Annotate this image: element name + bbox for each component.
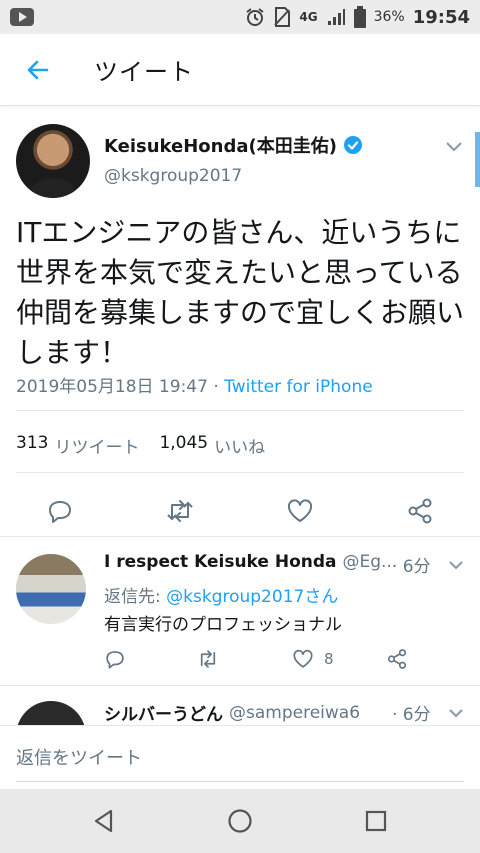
reply-to-link[interactable]: @kskgroup2017さん (166, 587, 338, 607)
nav-recents-button[interactable] (362, 807, 390, 835)
square-recents-icon (365, 810, 387, 832)
reply-button[interactable] (104, 647, 126, 671)
youtube-notification-icon (10, 8, 34, 26)
author-handle[interactable]: @kskgroup2017 (104, 166, 242, 186)
avatar[interactable] (16, 701, 86, 725)
share-button[interactable] (386, 647, 408, 671)
reply-menu-button[interactable] (446, 703, 466, 723)
reply-author-name[interactable]: I respect Keisuke Honda (104, 552, 337, 572)
share-icon (387, 649, 407, 669)
reply-menu-button[interactable] (446, 555, 466, 575)
tweet-source-link[interactable]: Twitter for iPhone (224, 377, 373, 397)
battery-icon (353, 6, 366, 28)
share-icon (408, 498, 432, 524)
verified-badge-icon (343, 136, 362, 154)
chevron-down-icon (449, 561, 463, 570)
page-title: ツイート (94, 58, 194, 86)
triangle-back-icon (94, 809, 113, 833)
reply-tweet[interactable]: シルバーうどん @sampereiwa6 · 6分 (0, 686, 480, 725)
tweet-text: ITエンジニアの皆さん、近いうちに世界を本気で変えたいと思っている仲間を募集しま… (16, 216, 465, 369)
input-underline (16, 781, 464, 782)
tweet-meta: 2019年05月18日 19:47 · Twitter for iPhone (16, 372, 373, 397)
battery-percent: 36% (373, 9, 405, 25)
retweet-count[interactable]: 313 (16, 433, 48, 458)
reply-input[interactable]: 返信をツイート (16, 744, 142, 770)
reply-time: · 6分 (392, 557, 431, 577)
reply-time: · 6分 (392, 705, 431, 725)
circle-home-icon (228, 809, 252, 833)
like-count-label[interactable]: いいね (214, 433, 265, 458)
nav-home-button[interactable] (226, 807, 254, 835)
tweet-menu-button[interactable] (442, 134, 466, 158)
back-arrow-icon (27, 60, 49, 79)
retweet-count-label[interactable]: リツイート (54, 433, 139, 458)
reply-button[interactable] (45, 496, 75, 526)
divider (16, 410, 464, 411)
author-name-row[interactable]: KeisukeHonda(本田圭佑) (104, 132, 363, 158)
reply-to-prefix: 返信先: (104, 587, 167, 607)
reply-icon (106, 651, 124, 669)
chevron-down-icon (449, 709, 463, 718)
reply-icon (49, 501, 71, 523)
divider (0, 536, 480, 537)
reply-author-name[interactable]: シルバーうどん (104, 700, 223, 725)
chevron-down-icon (446, 142, 462, 152)
status-bar: 4G 36% 19:54 (0, 0, 480, 34)
reply-author-handle[interactable]: @sampereiwa6 (229, 703, 360, 723)
tweet-stats: 313 リツイート 1,045 いいね (16, 433, 279, 458)
divider (16, 472, 464, 473)
heart-icon (287, 499, 313, 522)
reply-text: 有言実行のプロフェッショナル (104, 615, 342, 635)
avatar[interactable] (16, 124, 90, 198)
tweet-timestamp: 2019年05月18日 19:47 · (16, 377, 225, 397)
no-sim-icon (273, 7, 291, 27)
navigation-bar (0, 789, 480, 853)
retweet-button[interactable] (196, 647, 220, 671)
share-button[interactable] (405, 496, 435, 526)
like-button[interactable]: 8 (292, 647, 334, 671)
retweet-icon (200, 650, 216, 668)
like-button[interactable] (285, 496, 315, 526)
back-button[interactable] (18, 50, 58, 90)
like-count[interactable]: 1,045 (159, 433, 208, 458)
heart-icon (293, 649, 313, 668)
scrollbar[interactable] (475, 132, 480, 187)
nav-back-button[interactable] (90, 807, 118, 835)
author-name: KeisukeHonda(本田圭佑) (104, 136, 337, 157)
reply-like-count: 8 (324, 650, 334, 668)
network-type-label: 4G (299, 10, 318, 24)
retweet-button[interactable] (165, 496, 195, 526)
tweet-actions (0, 485, 480, 537)
clock: 19:54 (412, 6, 470, 28)
reply-author-handle[interactable]: @Eg... (343, 552, 398, 572)
avatar[interactable] (16, 554, 86, 624)
retweet-icon (167, 500, 193, 522)
signal-icon (326, 7, 346, 27)
app-bar: ツイート (0, 34, 480, 106)
alarm-icon (245, 7, 265, 27)
reply-composer[interactable]: 返信をツイート (0, 725, 480, 789)
reply-to-line: 返信先: @kskgroup2017さん (104, 582, 338, 607)
